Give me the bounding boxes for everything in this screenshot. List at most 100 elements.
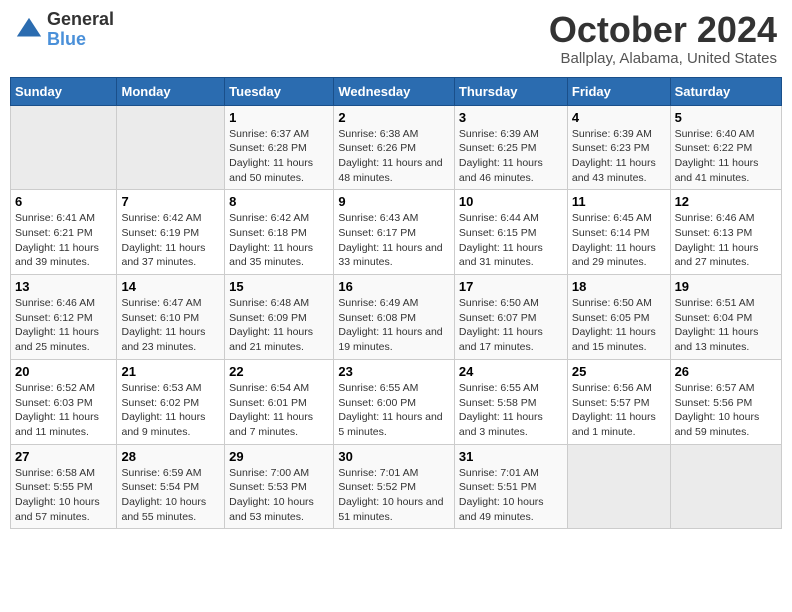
calendar-cell: 6 Sunrise: 6:41 AMSunset: 6:21 PMDaylight…	[11, 190, 117, 275]
day-info: Sunrise: 6:55 AMSunset: 5:58 PMDaylight:…	[459, 381, 563, 440]
day-info: Sunrise: 6:47 AMSunset: 6:10 PMDaylight:…	[121, 296, 220, 355]
day-number: 30	[338, 449, 450, 464]
day-number: 2	[338, 110, 450, 125]
day-info: Sunrise: 6:50 AMSunset: 6:05 PMDaylight:…	[572, 296, 666, 355]
day-number: 9	[338, 194, 450, 209]
day-number: 11	[572, 194, 666, 209]
day-number: 18	[572, 279, 666, 294]
calendar-cell: 7 Sunrise: 6:42 AMSunset: 6:19 PMDaylight…	[117, 190, 225, 275]
calendar-cell: 25 Sunrise: 6:56 AMSunset: 5:57 PMDayligh…	[567, 359, 670, 444]
calendar-cell: 14 Sunrise: 6:47 AMSunset: 6:10 PMDayligh…	[117, 275, 225, 360]
calendar-cell: 19Sunrise: 6:51 AMSunset: 6:04 PMDayligh…	[670, 275, 781, 360]
day-info: Sunrise: 6:56 AMSunset: 5:57 PMDaylight:…	[572, 381, 666, 440]
day-info: Sunrise: 6:52 AMSunset: 6:03 PMDaylight:…	[15, 381, 112, 440]
calendar-cell	[11, 105, 117, 190]
day-info: Sunrise: 6:45 AMSunset: 6:14 PMDaylight:…	[572, 211, 666, 270]
header-thursday: Thursday	[454, 77, 567, 105]
calendar-week-row: 27 Sunrise: 6:58 AMSunset: 5:55 PMDayligh…	[11, 444, 782, 529]
day-number: 15	[229, 279, 329, 294]
calendar-cell: 22 Sunrise: 6:54 AMSunset: 6:01 PMDayligh…	[225, 359, 334, 444]
calendar-cell: 17Sunrise: 6:50 AMSunset: 6:07 PMDayligh…	[454, 275, 567, 360]
day-info: Sunrise: 6:41 AMSunset: 6:21 PMDaylight:…	[15, 211, 112, 270]
header-friday: Friday	[567, 77, 670, 105]
day-info: Sunrise: 6:37 AMSunset: 6:28 PMDaylight:…	[229, 127, 329, 186]
calendar-cell: 4Sunrise: 6:39 AMSunset: 6:23 PMDaylight…	[567, 105, 670, 190]
calendar-week-row: 6 Sunrise: 6:41 AMSunset: 6:21 PMDaylight…	[11, 190, 782, 275]
day-info: Sunrise: 6:58 AMSunset: 5:55 PMDaylight:…	[15, 466, 112, 525]
day-number: 13	[15, 279, 112, 294]
day-number: 7	[121, 194, 220, 209]
day-info: Sunrise: 6:51 AMSunset: 6:04 PMDaylight:…	[675, 296, 777, 355]
day-info: Sunrise: 6:53 AMSunset: 6:02 PMDaylight:…	[121, 381, 220, 440]
calendar-cell: 20 Sunrise: 6:52 AMSunset: 6:03 PMDayligh…	[11, 359, 117, 444]
day-number: 12	[675, 194, 777, 209]
calendar-cell: 28 Sunrise: 6:59 AMSunset: 5:54 PMDayligh…	[117, 444, 225, 529]
day-number: 24	[459, 364, 563, 379]
day-number: 31	[459, 449, 563, 464]
day-number: 25	[572, 364, 666, 379]
calendar-cell: 10Sunrise: 6:44 AMSunset: 6:15 PMDayligh…	[454, 190, 567, 275]
calendar-cell: 1Sunrise: 6:37 AMSunset: 6:28 PMDaylight…	[225, 105, 334, 190]
day-info: Sunrise: 6:57 AMSunset: 5:56 PMDaylight:…	[675, 381, 777, 440]
page-header: General Blue October 2024 Ballplay, Alab…	[10, 10, 782, 67]
day-info: Sunrise: 6:42 AMSunset: 6:19 PMDaylight:…	[121, 211, 220, 270]
day-number: 16	[338, 279, 450, 294]
calendar-cell: 9 Sunrise: 6:43 AMSunset: 6:17 PMDaylight…	[334, 190, 455, 275]
title-block: October 2024 Ballplay, Alabama, United S…	[549, 10, 777, 67]
calendar-cell	[117, 105, 225, 190]
day-info: Sunrise: 6:49 AMSunset: 6:08 PMDaylight:…	[338, 296, 450, 355]
calendar-cell: 8Sunrise: 6:42 AMSunset: 6:18 PMDaylight…	[225, 190, 334, 275]
day-number: 5	[675, 110, 777, 125]
calendar-cell: 3 Sunrise: 6:39 AMSunset: 6:25 PMDaylight…	[454, 105, 567, 190]
calendar-cell: 27 Sunrise: 6:58 AMSunset: 5:55 PMDayligh…	[11, 444, 117, 529]
day-number: 22	[229, 364, 329, 379]
calendar-cell: 18 Sunrise: 6:50 AMSunset: 6:05 PMDayligh…	[567, 275, 670, 360]
logo: General Blue	[15, 10, 114, 50]
calendar-cell: 5Sunrise: 6:40 AMSunset: 6:22 PMDaylight…	[670, 105, 781, 190]
calendar-week-row: 13Sunrise: 6:46 AMSunset: 6:12 PMDayligh…	[11, 275, 782, 360]
day-number: 28	[121, 449, 220, 464]
day-number: 29	[229, 449, 329, 464]
day-number: 23	[338, 364, 450, 379]
calendar-cell: 31 Sunrise: 7:01 AMSunset: 5:51 PMDayligh…	[454, 444, 567, 529]
logo-text: General Blue	[47, 10, 114, 50]
header-tuesday: Tuesday	[225, 77, 334, 105]
calendar-cell: 21Sunrise: 6:53 AMSunset: 6:02 PMDayligh…	[117, 359, 225, 444]
header-sunday: Sunday	[11, 77, 117, 105]
day-info: Sunrise: 6:42 AMSunset: 6:18 PMDaylight:…	[229, 211, 329, 270]
calendar-cell: 26Sunrise: 6:57 AMSunset: 5:56 PMDayligh…	[670, 359, 781, 444]
day-info: Sunrise: 6:43 AMSunset: 6:17 PMDaylight:…	[338, 211, 450, 270]
day-number: 6	[15, 194, 112, 209]
month-title: October 2024	[549, 10, 777, 50]
calendar-cell: 11 Sunrise: 6:45 AMSunset: 6:14 PMDayligh…	[567, 190, 670, 275]
calendar-cell: 24 Sunrise: 6:55 AMSunset: 5:58 PMDayligh…	[454, 359, 567, 444]
day-info: Sunrise: 6:48 AMSunset: 6:09 PMDaylight:…	[229, 296, 329, 355]
calendar-cell	[670, 444, 781, 529]
calendar-cell: 16 Sunrise: 6:49 AMSunset: 6:08 PMDayligh…	[334, 275, 455, 360]
day-number: 4	[572, 110, 666, 125]
day-info: Sunrise: 6:55 AMSunset: 6:00 PMDaylight:…	[338, 381, 450, 440]
header-wednesday: Wednesday	[334, 77, 455, 105]
calendar-cell: 15 Sunrise: 6:48 AMSunset: 6:09 PMDayligh…	[225, 275, 334, 360]
calendar-cell: 29Sunrise: 7:00 AMSunset: 5:53 PMDayligh…	[225, 444, 334, 529]
day-info: Sunrise: 6:50 AMSunset: 6:07 PMDaylight:…	[459, 296, 563, 355]
calendar-cell: 13Sunrise: 6:46 AMSunset: 6:12 PMDayligh…	[11, 275, 117, 360]
day-info: Sunrise: 6:39 AMSunset: 6:25 PMDaylight:…	[459, 127, 563, 186]
logo-icon	[15, 16, 43, 44]
day-info: Sunrise: 6:54 AMSunset: 6:01 PMDaylight:…	[229, 381, 329, 440]
calendar-header-row: SundayMondayTuesdayWednesdayThursdayFrid…	[11, 77, 782, 105]
day-number: 14	[121, 279, 220, 294]
location: Ballplay, Alabama, United States	[549, 50, 777, 67]
calendar-week-row: 1Sunrise: 6:37 AMSunset: 6:28 PMDaylight…	[11, 105, 782, 190]
calendar-cell	[567, 444, 670, 529]
day-info: Sunrise: 6:59 AMSunset: 5:54 PMDaylight:…	[121, 466, 220, 525]
calendar-cell: 23 Sunrise: 6:55 AMSunset: 6:00 PMDayligh…	[334, 359, 455, 444]
day-number: 3	[459, 110, 563, 125]
day-info: Sunrise: 6:38 AMSunset: 6:26 PMDaylight:…	[338, 127, 450, 186]
calendar-cell: 2 Sunrise: 6:38 AMSunset: 6:26 PMDaylight…	[334, 105, 455, 190]
day-info: Sunrise: 7:01 AMSunset: 5:51 PMDaylight:…	[459, 466, 563, 525]
day-number: 27	[15, 449, 112, 464]
day-number: 20	[15, 364, 112, 379]
calendar-cell: 30Sunrise: 7:01 AMSunset: 5:52 PMDayligh…	[334, 444, 455, 529]
calendar-cell: 12Sunrise: 6:46 AMSunset: 6:13 PMDayligh…	[670, 190, 781, 275]
